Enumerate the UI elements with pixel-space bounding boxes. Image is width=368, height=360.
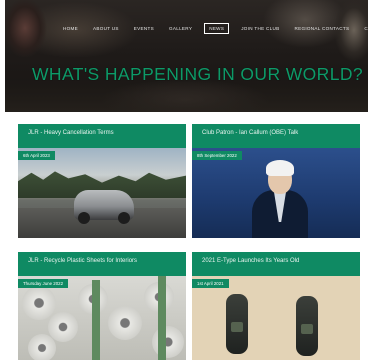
- news-card-recycle-plastic[interactable]: JLR - Recycle Plastic Sheets for Interio…: [18, 252, 186, 360]
- nav-events[interactable]: EVENTS: [131, 24, 157, 33]
- recycling-rolls-photo[interactable]: Thursday June 2022: [18, 276, 186, 360]
- photo-bar: [158, 276, 166, 360]
- news-card-title[interactable]: 2021 E-Type Launches Its Years Old: [202, 258, 299, 264]
- news-card-club-patron[interactable]: Club Patron - Ian Callum (OBE) Talk 8th …: [192, 124, 360, 238]
- photo-hair: [266, 160, 294, 176]
- nav-contact[interactable]: C: [361, 24, 368, 33]
- main-nav: HOME ABOUT US EVENTS GALLERY NEWS JOIN T…: [60, 20, 368, 36]
- photo-key-fob: [226, 294, 248, 354]
- key-fobs-photo[interactable]: 1st April 2021: [192, 276, 360, 360]
- nav-join-the-club[interactable]: JOIN THE CLUB: [238, 24, 282, 33]
- photo-key-fob: [296, 296, 318, 356]
- news-card-title[interactable]: Club Patron - Ian Callum (OBE) Talk: [202, 130, 298, 136]
- hero-decor-left: [5, 0, 53, 60]
- photo-roll: [152, 326, 184, 358]
- car-on-mountain-road-photo[interactable]: 6th April 2023: [18, 148, 186, 238]
- news-card-title[interactable]: JLR - Heavy Cancellation Terms: [28, 130, 114, 136]
- news-date-tag: 8th September 2022: [192, 151, 242, 160]
- hero-banner: HOME ABOUT US EVENTS GALLERY NEWS JOIN T…: [5, 0, 368, 112]
- photo-roll: [108, 306, 142, 340]
- nav-regional-contacts[interactable]: REGIONAL CONTACTS: [291, 24, 352, 33]
- news-date-tag: Thursday June 2022: [18, 279, 69, 288]
- photo-fob-screen: [231, 322, 243, 332]
- nav-about-us[interactable]: ABOUT US: [90, 24, 122, 33]
- photo-wheel: [118, 212, 130, 224]
- news-card-title[interactable]: JLR - Recycle Plastic Sheets for Interio…: [28, 258, 137, 264]
- news-date-tag: 6th April 2023: [18, 151, 55, 160]
- photo-wheel: [78, 212, 90, 224]
- photo-roll: [28, 334, 56, 360]
- news-card-heavy-cancellation[interactable]: JLR - Heavy Cancellation Terms 6th April…: [18, 124, 186, 238]
- nav-gallery[interactable]: GALLERY: [166, 24, 195, 33]
- news-card-e-type[interactable]: 2021 E-Type Launches Its Years Old 1st A…: [192, 252, 360, 360]
- photo-fob-screen: [301, 324, 313, 334]
- photo-bar: [92, 280, 100, 360]
- photo-roll: [22, 286, 56, 320]
- man-in-suit-portrait-photo[interactable]: 8th September 2022: [192, 148, 360, 238]
- nav-news[interactable]: NEWS: [204, 22, 230, 34]
- nav-home[interactable]: HOME: [60, 24, 81, 33]
- page-title: WHAT'S HAPPENING IN OUR WORLD?: [32, 64, 364, 84]
- news-date-tag: 1st April 2021: [192, 279, 229, 288]
- photo-roll: [48, 312, 78, 342]
